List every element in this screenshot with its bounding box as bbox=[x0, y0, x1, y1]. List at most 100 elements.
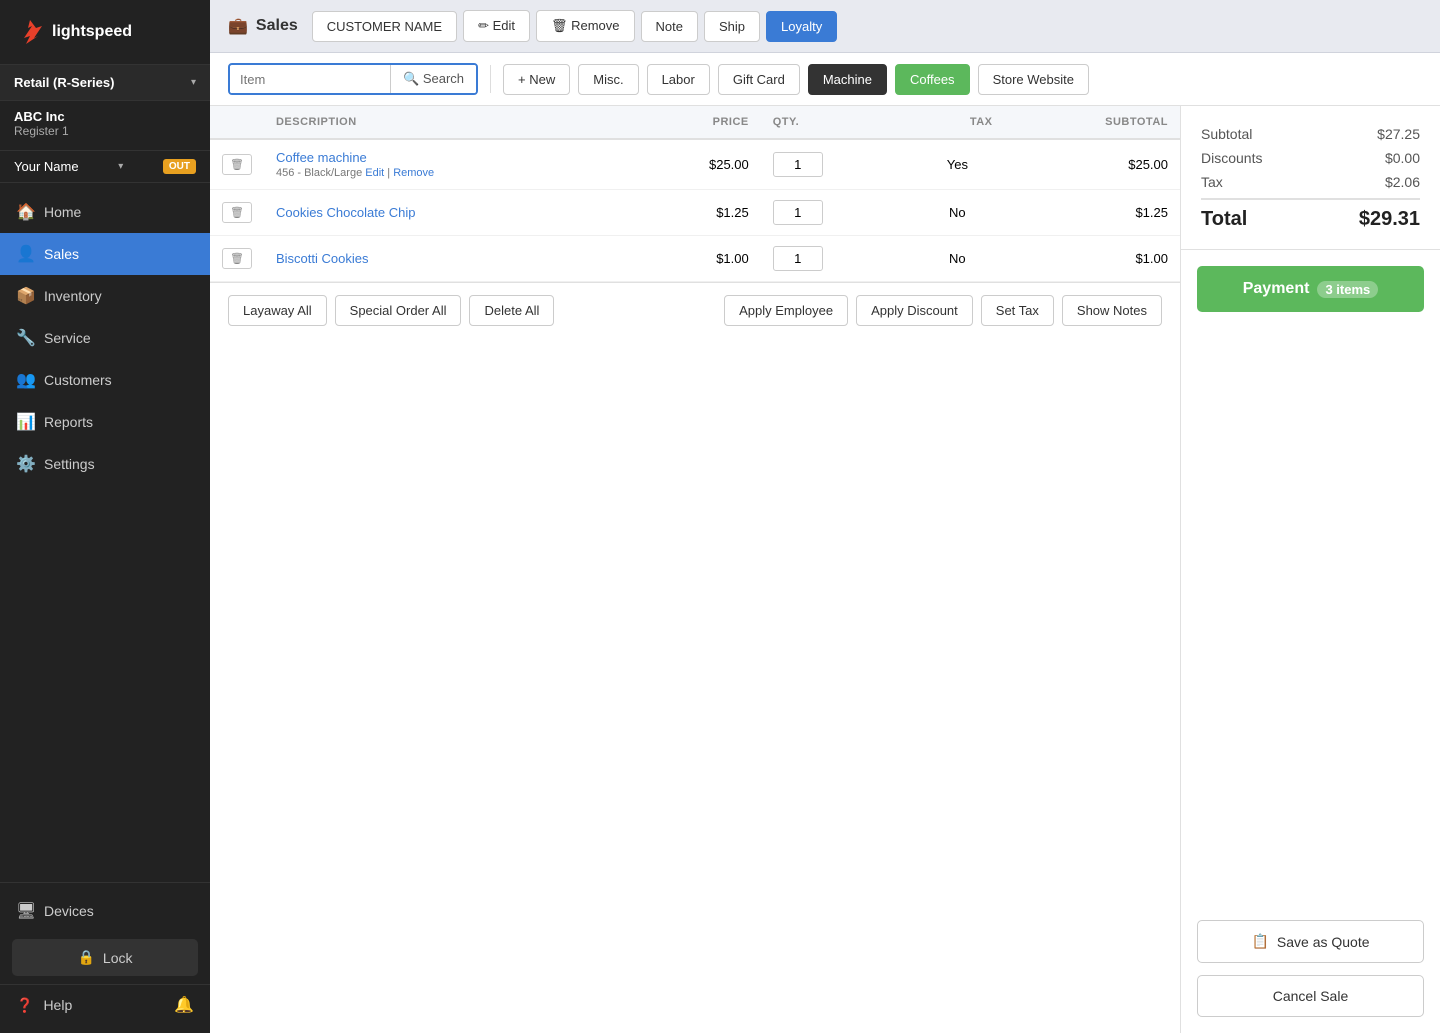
action-bar: Layaway All Special Order All Delete All… bbox=[210, 282, 1180, 338]
loyalty-button[interactable]: Loyalty bbox=[766, 11, 837, 42]
delete-row-button[interactable]: 🗑 bbox=[222, 248, 252, 269]
sales-table-wrap: DESCRIPTION PRICE QTY. TAX SUBTOTAL 🗑 Co… bbox=[210, 106, 1180, 1033]
delete-all-button[interactable]: Delete All bbox=[469, 295, 554, 326]
store-website-button[interactable]: Store Website bbox=[978, 64, 1089, 95]
subtotal-label: Subtotal bbox=[1201, 126, 1252, 142]
set-tax-button[interactable]: Set Tax bbox=[981, 295, 1054, 326]
sales-area: DESCRIPTION PRICE QTY. TAX SUBTOTAL 🗑 Co… bbox=[210, 106, 1440, 1033]
ship-button[interactable]: Ship bbox=[704, 11, 760, 42]
payment-button[interactable]: Payment 3 items bbox=[1197, 266, 1424, 312]
discounts-label: Discounts bbox=[1201, 150, 1262, 166]
cancel-sale-button[interactable]: Cancel Sale bbox=[1197, 975, 1424, 1017]
sales-icon: 👤 bbox=[16, 244, 34, 264]
gift-card-button[interactable]: Gift Card bbox=[718, 64, 800, 95]
top-bar: 💼 Sales CUSTOMER NAME ✏ Edit 🗑 Remove No… bbox=[210, 0, 1440, 53]
total-value: $29.31 bbox=[1359, 208, 1420, 231]
table-row: 🗑 Biscotti Cookies $1.00 No $1.00 bbox=[210, 236, 1180, 282]
col-price: PRICE bbox=[632, 106, 761, 139]
main-nav: 🏠 Home 👤 Sales 📦 Inventory 🔧 Service 👥 C… bbox=[0, 183, 210, 882]
right-spacer bbox=[1181, 328, 1440, 920]
devices-label: Devices bbox=[44, 903, 94, 919]
item-tax: No bbox=[910, 236, 1004, 282]
item-price: $1.00 bbox=[632, 236, 761, 282]
remove-button[interactable]: 🗑 Remove bbox=[536, 10, 635, 42]
toolbar: 🔍 Search + New Misc. Labor Gift Card Mac… bbox=[210, 53, 1440, 106]
item-edit-link[interactable]: Edit bbox=[365, 167, 384, 179]
new-button[interactable]: + New bbox=[503, 64, 570, 95]
action-right: Apply Employee Apply Discount Set Tax Sh… bbox=[724, 295, 1162, 326]
search-icon: 🔍 bbox=[403, 71, 419, 86]
sidebar-item-settings[interactable]: ⚙️ Settings bbox=[0, 443, 210, 485]
help-row[interactable]: ❓ Help 🔔 bbox=[0, 984, 210, 1025]
customers-icon: 👥 bbox=[16, 370, 34, 390]
note-button[interactable]: Note bbox=[641, 11, 698, 42]
discounts-row: Discounts $0.00 bbox=[1201, 150, 1420, 166]
lock-button[interactable]: 🔒 Lock bbox=[12, 939, 198, 976]
table-row: 🗑 Coffee machine 456 - Black/Large Edit … bbox=[210, 139, 1180, 190]
labor-button[interactable]: Labor bbox=[647, 64, 710, 95]
col-subtotal: SUBTOTAL bbox=[1005, 106, 1181, 139]
sidebar-item-customers[interactable]: 👥 Customers bbox=[0, 359, 210, 401]
item-name[interactable]: Biscotti Cookies bbox=[276, 251, 620, 266]
sidebar-item-home[interactable]: 🏠 Home bbox=[0, 191, 210, 233]
sidebar-item-label: Sales bbox=[44, 246, 79, 262]
item-name[interactable]: Cookies Chocolate Chip bbox=[276, 205, 620, 220]
item-subtotal: $1.00 bbox=[1005, 236, 1181, 282]
lock-icon: 🔒 bbox=[77, 949, 94, 966]
customer-name-button[interactable]: CUSTOMER NAME bbox=[312, 11, 457, 42]
register-info: ABC Inc Register 1 bbox=[0, 101, 210, 151]
main-content: 💼 Sales CUSTOMER NAME ✏ Edit 🗑 Remove No… bbox=[210, 0, 1440, 1033]
qty-input[interactable] bbox=[773, 246, 823, 271]
apply-employee-button[interactable]: Apply Employee bbox=[724, 295, 848, 326]
sidebar-item-service[interactable]: 🔧 Service bbox=[0, 317, 210, 359]
action-left: Layaway All Special Order All Delete All bbox=[228, 295, 554, 326]
item-remove-link[interactable]: Remove bbox=[393, 167, 434, 179]
sidebar-item-devices[interactable]: 🖥 Devices bbox=[0, 891, 210, 931]
sidebar-bottom: 🖥 Devices 🔒 Lock ❓ Help 🔔 bbox=[0, 882, 210, 1033]
right-panel: Subtotal $27.25 Discounts $0.00 Tax $2.0… bbox=[1180, 106, 1440, 1033]
delete-row-button[interactable]: 🗑 bbox=[222, 202, 252, 223]
settings-icon: ⚙️ bbox=[16, 454, 34, 474]
misc-button[interactable]: Misc. bbox=[578, 64, 638, 95]
devices-icon: 🖥 bbox=[16, 901, 34, 921]
sidebar-item-label: Customers bbox=[44, 372, 112, 388]
store-selector[interactable]: Retail (R-Series) ▾ bbox=[0, 65, 210, 101]
layaway-all-button[interactable]: Layaway All bbox=[228, 295, 327, 326]
item-search-input[interactable] bbox=[230, 66, 390, 93]
sidebar-item-inventory[interactable]: 📦 Inventory bbox=[0, 275, 210, 317]
sidebar-item-label: Inventory bbox=[44, 288, 102, 304]
save-as-quote-button[interactable]: 📋 Save as Quote bbox=[1197, 920, 1424, 963]
coffees-button[interactable]: Coffees bbox=[895, 64, 970, 95]
item-subtotal: $1.25 bbox=[1005, 190, 1181, 236]
item-name[interactable]: Coffee machine bbox=[276, 150, 620, 165]
sidebar-item-label: Reports bbox=[44, 414, 93, 430]
qty-input[interactable] bbox=[773, 152, 823, 177]
apply-discount-button[interactable]: Apply Discount bbox=[856, 295, 973, 326]
col-tax: TAX bbox=[910, 106, 1004, 139]
sidebar-item-reports[interactable]: 📊 Reports bbox=[0, 401, 210, 443]
show-notes-button[interactable]: Show Notes bbox=[1062, 295, 1162, 326]
subtotal-value: $27.25 bbox=[1377, 126, 1420, 142]
item-search-wrap: 🔍 Search bbox=[228, 63, 478, 95]
delete-row-button[interactable]: 🗑 bbox=[222, 154, 252, 175]
search-button[interactable]: 🔍 Search bbox=[390, 65, 476, 93]
home-icon: 🏠 bbox=[16, 202, 34, 222]
sales-table: DESCRIPTION PRICE QTY. TAX SUBTOTAL 🗑 Co… bbox=[210, 106, 1180, 282]
user-dropdown-arrow: ▾ bbox=[118, 161, 123, 172]
sidebar-item-label: Service bbox=[44, 330, 91, 346]
company-name: ABC Inc bbox=[14, 109, 196, 124]
bell-icon: 🔔 bbox=[174, 995, 194, 1015]
quote-icon: 📋 bbox=[1251, 933, 1268, 950]
user-name[interactable]: Your Name bbox=[14, 159, 79, 174]
order-summary: Subtotal $27.25 Discounts $0.00 Tax $2.0… bbox=[1181, 106, 1440, 250]
sidebar-item-sales[interactable]: 👤 Sales bbox=[0, 233, 210, 275]
out-badge: OUT bbox=[163, 159, 196, 174]
tax-row: Tax $2.06 bbox=[1201, 174, 1420, 190]
edit-button[interactable]: ✏ Edit bbox=[463, 10, 530, 42]
item-subtotal: $25.00 bbox=[1005, 139, 1181, 190]
tax-value: $2.06 bbox=[1385, 174, 1420, 190]
special-order-all-button[interactable]: Special Order All bbox=[335, 295, 462, 326]
qty-input[interactable] bbox=[773, 200, 823, 225]
discounts-value: $0.00 bbox=[1385, 150, 1420, 166]
machine-button[interactable]: Machine bbox=[808, 64, 887, 95]
